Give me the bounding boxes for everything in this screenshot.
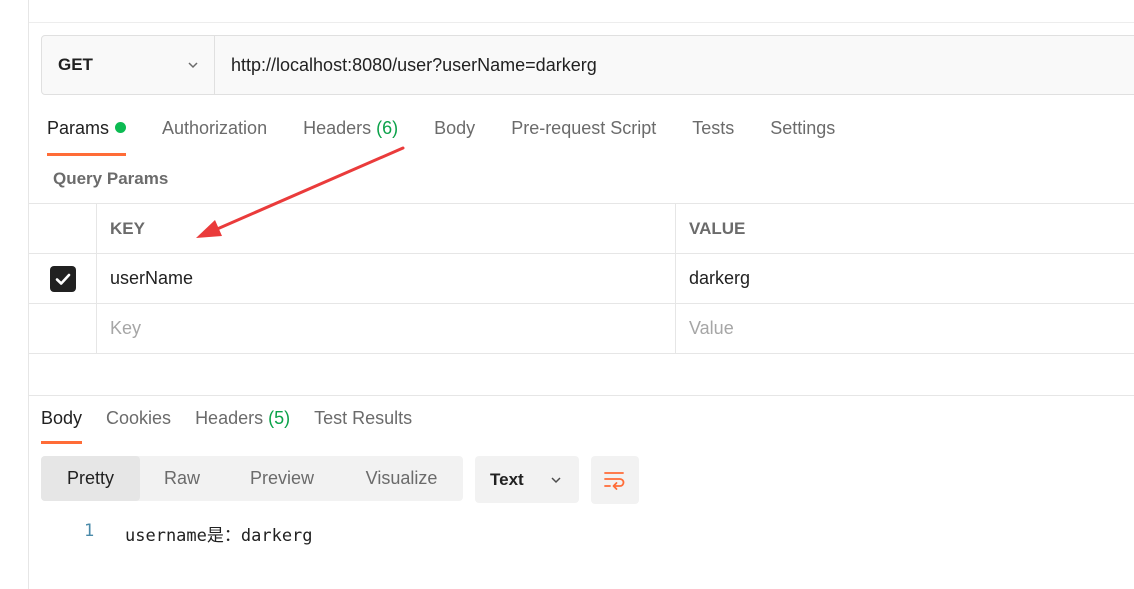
request-tabs: Params Authorization Headers (6) Body Pr… xyxy=(47,118,871,156)
response-tab-body[interactable]: Body xyxy=(41,408,83,444)
params-active-dot xyxy=(115,122,127,133)
tab-tests[interactable]: Tests xyxy=(692,118,734,156)
tab-pre-request-script-label: Pre-request Script xyxy=(511,118,657,138)
response-tab-headers[interactable]: Headers (5) xyxy=(195,408,290,444)
top-strip xyxy=(29,0,1134,23)
response-tab-test-results[interactable]: Test Results xyxy=(314,408,412,444)
line-number: 1 xyxy=(84,521,95,541)
wrap-lines-icon xyxy=(604,472,625,490)
format-select[interactable]: Text xyxy=(475,456,579,503)
response-tab-cookies-label: Cookies xyxy=(106,408,172,428)
wrap-lines-button[interactable] xyxy=(591,456,639,504)
new-row-check-cell xyxy=(29,304,97,353)
tab-params-label: Params xyxy=(47,118,110,138)
tab-pre-request-script[interactable]: Pre-request Script xyxy=(511,118,656,156)
chevron-down-icon xyxy=(188,62,198,69)
response-body-text: username是：darkerg xyxy=(125,526,313,546)
query-params-title: Query Params xyxy=(53,169,169,188)
table-row: userName darkerg xyxy=(29,254,1134,304)
view-pretty-button[interactable]: Pretty xyxy=(41,456,140,501)
param-key-field[interactable]: userName xyxy=(97,254,676,303)
view-raw-button[interactable]: Raw xyxy=(140,456,224,501)
row-check-cell xyxy=(29,254,97,303)
tab-tests-label: Tests xyxy=(692,118,735,138)
new-key-field[interactable]: Key xyxy=(97,304,676,353)
method-select[interactable]: GET xyxy=(42,36,215,94)
response-view-group: Pretty Raw Preview Visualize xyxy=(41,456,463,501)
response-tabs: Body Cookies Headers (5) Test Results xyxy=(41,408,436,444)
chevron-down-icon xyxy=(551,476,561,483)
response-tab-test-results-label: Test Results xyxy=(314,408,413,428)
tab-body-label: Body xyxy=(434,118,476,138)
param-value-field[interactable]: darkerg xyxy=(676,254,1134,303)
header-check-cell xyxy=(29,204,97,253)
format-label: Text xyxy=(490,469,524,489)
response-code-line: 1 username是：darkerg xyxy=(84,521,313,546)
tab-headers-count: (6) xyxy=(376,118,399,138)
tab-params[interactable]: Params xyxy=(47,118,127,156)
response-tab-body-label: Body xyxy=(41,408,83,428)
response-divider xyxy=(29,395,1134,396)
view-preview-button[interactable]: Preview xyxy=(224,456,340,501)
column-header-key: KEY xyxy=(97,204,676,253)
new-value-field[interactable]: Value xyxy=(676,304,1134,353)
tab-headers[interactable]: Headers (6) xyxy=(303,118,398,156)
response-tab-headers-count: (5) xyxy=(268,408,291,428)
table-header-row: KEY VALUE xyxy=(29,204,1134,254)
request-bar: GET http://localhost:8080/user?userName=… xyxy=(41,35,1134,95)
param-checkbox[interactable] xyxy=(49,265,76,292)
response-tab-cookies[interactable]: Cookies xyxy=(106,408,171,444)
tab-authorization[interactable]: Authorization xyxy=(162,118,267,156)
tab-settings[interactable]: Settings xyxy=(770,118,835,156)
column-header-value: VALUE xyxy=(689,218,746,238)
table-row-new: Key Value xyxy=(29,304,1134,354)
method-label: GET xyxy=(58,55,93,74)
tab-authorization-label: Authorization xyxy=(162,118,268,138)
checkmark-icon xyxy=(55,273,70,285)
tab-headers-label: Headers xyxy=(303,118,372,138)
query-params-table: KEY VALUE userName darkerg Key Value xyxy=(29,203,1134,354)
url-input[interactable]: http://localhost:8080/user?userName=dark… xyxy=(215,36,1134,94)
tab-body[interactable]: Body xyxy=(434,118,475,156)
view-visualize-button[interactable]: Visualize xyxy=(340,456,463,501)
left-rail xyxy=(0,0,29,589)
tab-settings-label: Settings xyxy=(770,118,836,138)
response-tab-headers-label: Headers xyxy=(195,408,264,428)
